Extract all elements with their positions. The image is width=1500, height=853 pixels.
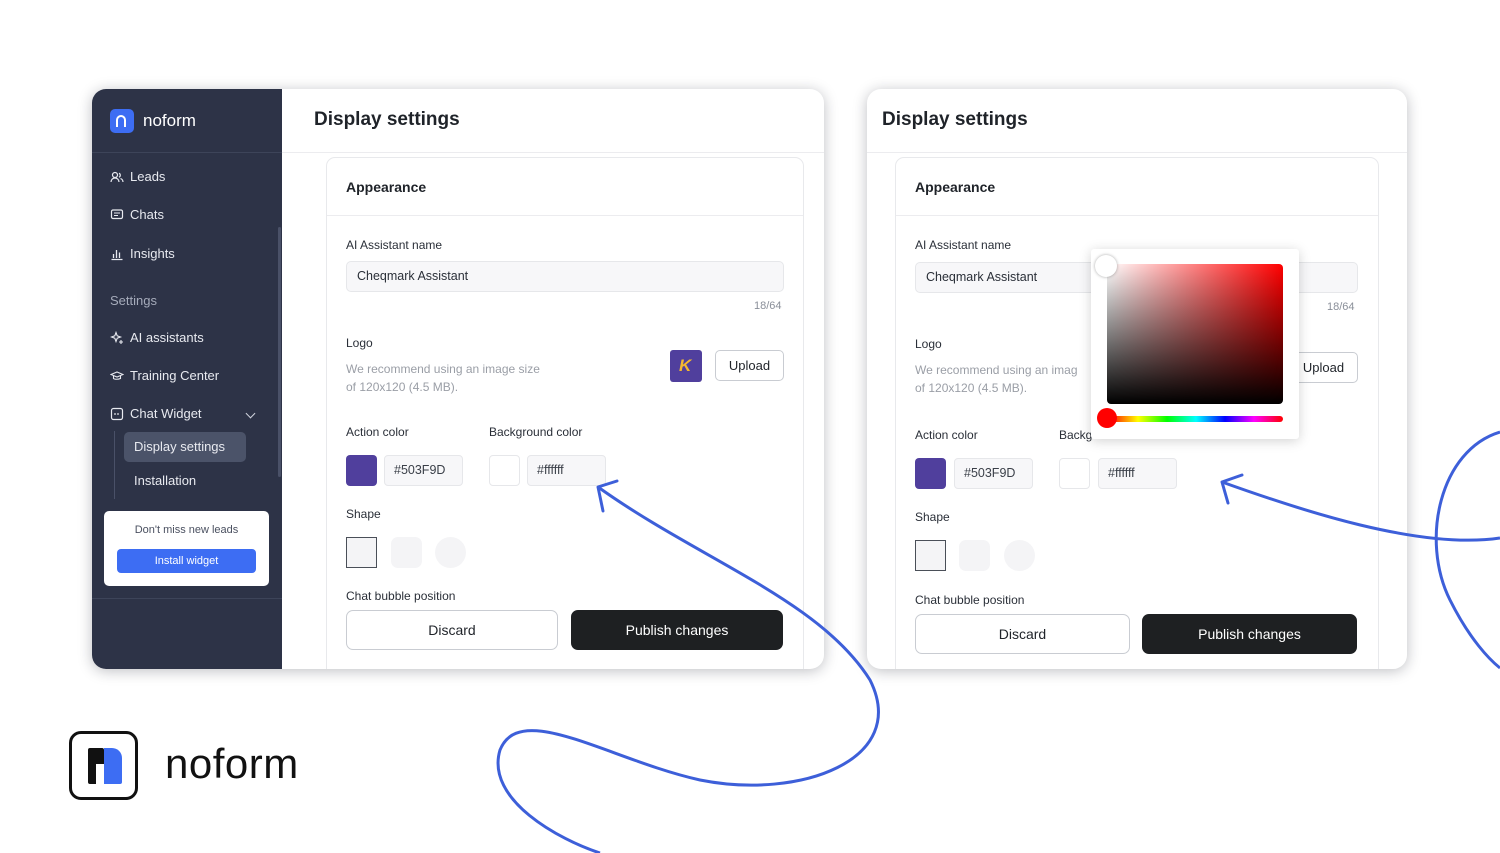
sidebar-item-leads[interactable]: Leads	[110, 169, 165, 184]
sidebar: noform Leads Chats Insights Settings AI …	[92, 89, 282, 669]
action-color-swatch[interactable]	[915, 458, 946, 489]
submenu-line	[114, 431, 115, 499]
char-counter: 18/64	[1327, 301, 1355, 313]
users-icon	[110, 171, 124, 182]
widget-icon	[110, 407, 124, 420]
hue-handle[interactable]	[1097, 408, 1117, 428]
sidebar-item-chats[interactable]: Chats	[110, 207, 164, 222]
header-divider	[867, 152, 1407, 153]
noform-wordmark: noform	[165, 740, 299, 787]
sidebar-item-label: Training Center	[130, 368, 220, 383]
upload-button[interactable]: Upload	[1289, 352, 1358, 383]
header-divider	[282, 152, 824, 153]
shape-label: Shape	[915, 510, 950, 524]
install-promo-card: Don't miss new leads Install widget	[104, 511, 269, 586]
chat-icon	[110, 208, 124, 219]
action-color-hex-input[interactable]: #503F9D	[954, 458, 1033, 489]
sidebar-item-ai-assistants[interactable]: AI assistants	[110, 330, 204, 345]
shape-option-square[interactable]	[346, 537, 377, 568]
sidebar-item-label: Insights	[130, 246, 175, 261]
bubble-position-label: Chat bubble position	[346, 589, 456, 603]
background-color-swatch[interactable]	[489, 455, 520, 486]
discard-button[interactable]: Discard	[346, 610, 558, 650]
brand-name: noform	[143, 111, 196, 130]
settings-window-left: noform Leads Chats Insights Settings AI …	[92, 89, 824, 669]
logo-preview: K	[670, 350, 702, 382]
shape-option-rounded[interactable]	[959, 540, 990, 571]
action-color-label: Action color	[346, 425, 409, 439]
logo-label: Logo	[346, 336, 373, 350]
noform-logo-icon	[110, 109, 134, 133]
color-picker-popover	[1091, 249, 1299, 439]
sidebar-divider	[92, 152, 282, 153]
graduation-cap-icon	[110, 370, 124, 380]
page-title: Display settings	[314, 109, 460, 130]
background-color-swatch[interactable]	[1059, 458, 1090, 489]
noform-logo-icon	[69, 731, 138, 800]
shape-option-rounded[interactable]	[391, 537, 422, 568]
assistant-name-label: AI Assistant name	[346, 238, 443, 252]
assistant-name-label: AI Assistant name	[915, 238, 1012, 252]
sidebar-divider	[92, 598, 282, 599]
background-color-hex-input[interactable]: #ffffff	[1098, 458, 1177, 489]
panel-header: Appearance	[896, 158, 1378, 216]
chevron-down-icon[interactable]	[245, 408, 256, 419]
logo-label: Logo	[915, 337, 942, 351]
saturation-handle[interactable]	[1095, 255, 1117, 277]
shape-option-square[interactable]	[915, 540, 946, 571]
sidebar-scrollbar[interactable]	[278, 227, 281, 477]
panel-title: Appearance	[915, 179, 996, 195]
sidebar-subitem-installation[interactable]: Installation	[124, 466, 246, 496]
background-color-label: Background color	[489, 425, 583, 439]
sparkle-icon	[110, 330, 123, 344]
sidebar-item-label: AI assistants	[130, 330, 204, 345]
brand[interactable]: noform	[110, 109, 196, 133]
sidebar-item-chat-widget[interactable]: Chat Widget	[110, 406, 202, 421]
shape-option-circle[interactable]	[435, 537, 466, 568]
panel-title: Appearance	[346, 179, 427, 195]
publish-changes-button[interactable]: Publish changes	[1142, 614, 1357, 654]
panel-header: Appearance	[327, 158, 803, 216]
background-color-hex-input[interactable]: #ffffff	[527, 455, 606, 486]
saturation-value-area[interactable]	[1107, 264, 1283, 404]
bar-chart-icon	[111, 249, 123, 260]
logo-hint-line: of 120x120 (4.5 MB).	[915, 381, 1028, 395]
settings-window-right: Display settings Appearance AI Assistant…	[867, 89, 1407, 669]
sidebar-section-settings: Settings	[110, 293, 157, 308]
action-color-hex-input[interactable]: #503F9D	[384, 455, 463, 486]
logo-hint: We recommend using an image size of 120x…	[346, 360, 540, 396]
char-counter: 18/64	[754, 300, 782, 312]
action-color-swatch[interactable]	[346, 455, 377, 486]
sidebar-item-training-center[interactable]: Training Center	[110, 368, 219, 383]
shape-label: Shape	[346, 507, 381, 521]
sidebar-subitem-display-settings[interactable]: Display settings	[124, 432, 246, 462]
logo-hint: We recommend using an imag of 120x120 (4…	[915, 361, 1078, 397]
publish-changes-button[interactable]: Publish changes	[571, 610, 783, 650]
logo-hint-line: of 120x120 (4.5 MB).	[346, 380, 459, 394]
discard-button[interactable]: Discard	[915, 614, 1130, 654]
sidebar-item-insights[interactable]: Insights	[110, 246, 175, 261]
action-color-label: Action color	[915, 428, 978, 442]
logo-hint-line: We recommend using an imag	[915, 363, 1078, 377]
assistant-name-input[interactable]: Cheqmark Assistant	[346, 261, 784, 292]
upload-button[interactable]: Upload	[715, 350, 784, 381]
install-widget-button[interactable]: Install widget	[117, 549, 256, 573]
shape-option-circle[interactable]	[1004, 540, 1035, 571]
appearance-panel: Appearance AI Assistant name Cheqmark As…	[326, 157, 804, 669]
background-color-label: Backg	[1059, 428, 1093, 442]
page-title: Display settings	[882, 109, 1028, 130]
sidebar-item-label: Chats	[130, 207, 164, 222]
sidebar-item-label: Leads	[130, 169, 166, 184]
bubble-position-label: Chat bubble position	[915, 593, 1025, 607]
logo-hint-line: We recommend using an image size	[346, 362, 540, 376]
promo-text: Don't miss new leads	[134, 524, 239, 536]
hue-slider[interactable]	[1109, 416, 1283, 422]
sidebar-item-label: Chat Widget	[130, 406, 202, 421]
